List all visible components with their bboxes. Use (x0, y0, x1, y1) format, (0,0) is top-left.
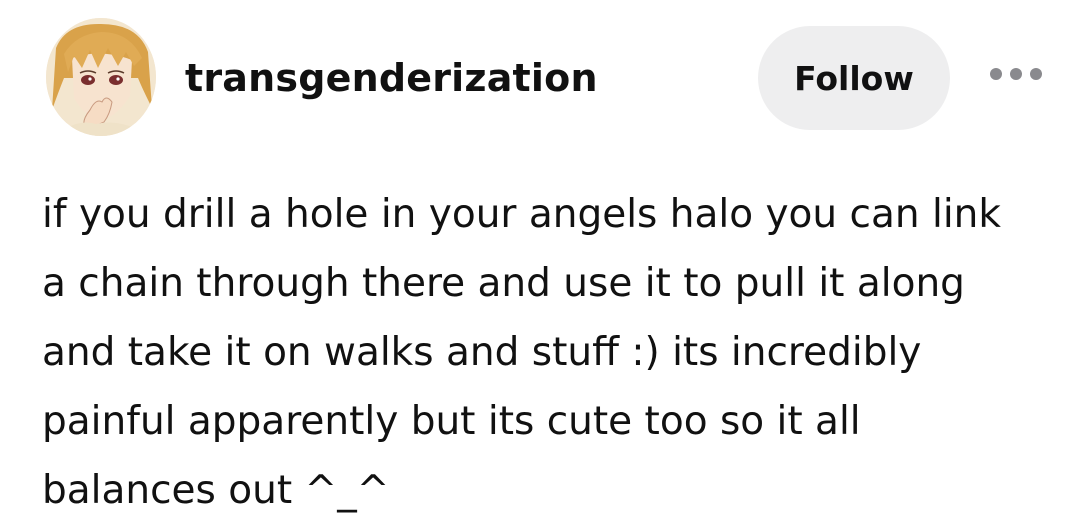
post-body: if you drill a hole in your angels halo … (42, 180, 1052, 525)
anime-avatar-icon (46, 18, 156, 136)
username[interactable]: transgenderization (185, 56, 598, 100)
post-body-line: and take it on walks and stuff :) its in… (42, 330, 922, 375)
more-options-icon[interactable] (990, 64, 1042, 84)
follow-button[interactable]: Follow (758, 26, 950, 130)
more-dot (1030, 68, 1042, 80)
post-body-line: if you drill a hole in your angels halo … (42, 192, 1001, 237)
post-body-line: painful apparently but its cute too so i… (42, 399, 861, 444)
more-dot (1010, 68, 1022, 80)
avatar[interactable] (46, 18, 156, 136)
post-card: transgenderization Follow if you drill a… (0, 0, 1080, 524)
post-body-line: a chain through there and use it to pull… (42, 261, 965, 306)
post-header: transgenderization Follow (0, 0, 1080, 160)
post-body-line: balances out ^_^ (42, 468, 390, 513)
more-dot (990, 68, 1002, 80)
